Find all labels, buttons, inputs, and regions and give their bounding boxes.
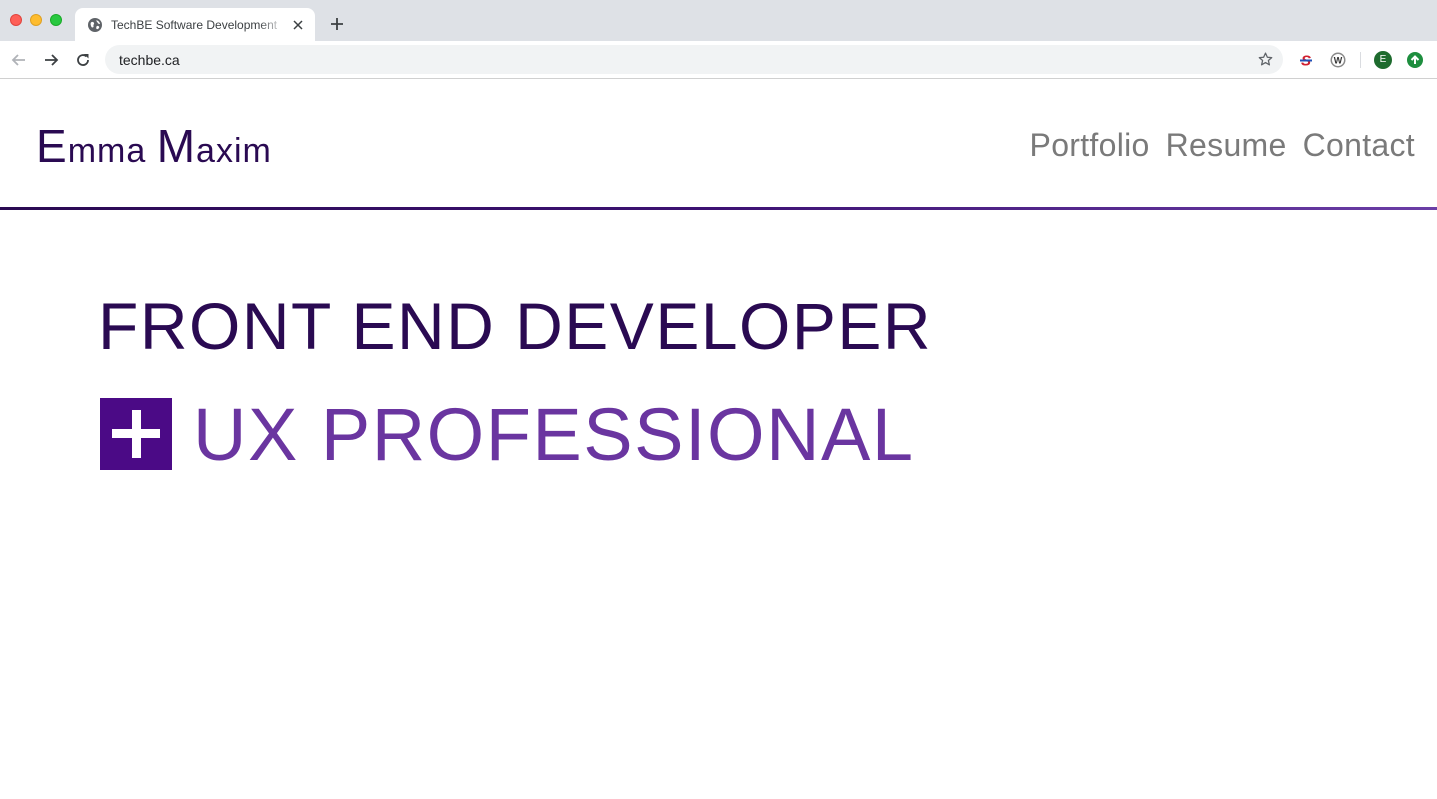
forward-arrow-icon[interactable]	[41, 50, 61, 70]
web-page: Emma Maxim Portfolio Resume Contact FRON…	[0, 79, 1437, 799]
svg-text:W: W	[1334, 56, 1343, 66]
toolbar-divider	[1360, 52, 1361, 68]
nav-link-portfolio[interactable]: Portfolio	[1030, 125, 1150, 165]
profile-avatar[interactable]: E	[1374, 51, 1392, 69]
plus-icon	[100, 398, 172, 470]
url-text[interactable]: techbe.ca	[119, 52, 180, 68]
browser-tab-active[interactable]: TechBE Software Development	[75, 8, 315, 41]
browser-toolbar: techbe.ca S W E	[0, 41, 1437, 79]
new-tab-plus-icon[interactable]	[327, 14, 347, 34]
s-extension-icon[interactable]: S	[1297, 51, 1315, 69]
site-nav: Portfolio Resume Contact	[1030, 125, 1415, 165]
name-first-cap: E	[36, 120, 68, 172]
site-logo-name[interactable]: Emma Maxim	[36, 119, 272, 172]
hero-headline-secondary: UX PROFESSIONAL	[193, 393, 915, 476]
globe-icon	[88, 18, 102, 32]
header-divider	[0, 207, 1437, 210]
reload-icon[interactable]	[73, 50, 93, 70]
window-close-button[interactable]	[10, 14, 22, 26]
name-last-rest: axim	[196, 132, 272, 170]
window-zoom-button[interactable]	[50, 14, 62, 26]
name-last-cap: M	[156, 120, 197, 172]
hero-headline-primary: FRONT END DEVELOPER	[98, 289, 933, 363]
nav-link-contact[interactable]: Contact	[1303, 125, 1415, 165]
address-bar[interactable]: techbe.ca	[105, 45, 1283, 74]
browser-tabstrip: TechBE Software Development	[0, 0, 1437, 41]
tab-title: TechBE Software Development	[111, 18, 278, 32]
window-minimize-button[interactable]	[30, 14, 42, 26]
name-space	[146, 132, 156, 170]
bookmark-star-icon[interactable]	[1257, 51, 1274, 68]
nav-link-resume[interactable]: Resume	[1166, 125, 1287, 165]
name-first-rest: mma	[67, 132, 147, 170]
close-icon[interactable]	[291, 18, 305, 32]
w-extension-icon[interactable]: W	[1329, 51, 1347, 69]
back-arrow-icon[interactable]	[9, 50, 29, 70]
update-arrow-icon[interactable]	[1406, 51, 1424, 69]
